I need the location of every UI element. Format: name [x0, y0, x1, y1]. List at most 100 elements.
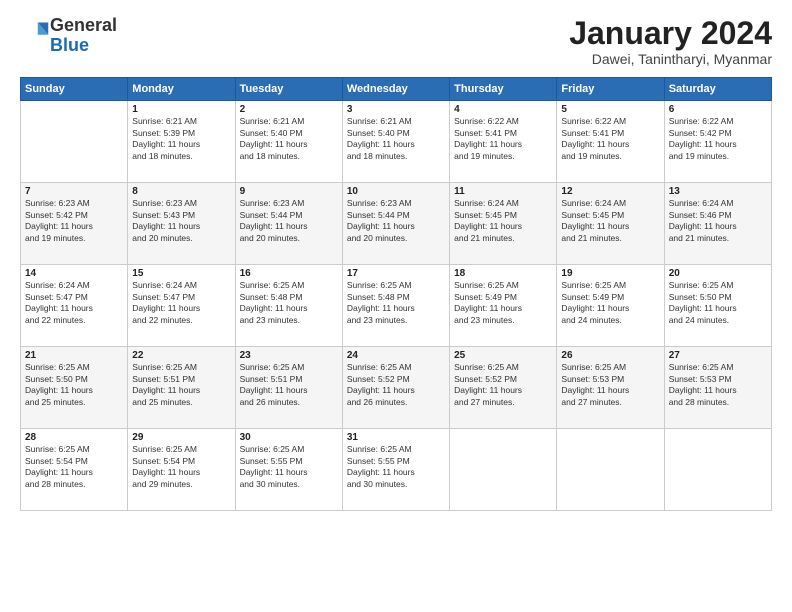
day-number: 25: [454, 350, 552, 361]
day-number: 4: [454, 104, 552, 115]
day-info: Sunrise: 6:25 AM Sunset: 5:53 PM Dayligh…: [561, 362, 659, 408]
calendar-cell: 15Sunrise: 6:24 AM Sunset: 5:47 PM Dayli…: [128, 265, 235, 347]
day-info: Sunrise: 6:25 AM Sunset: 5:54 PM Dayligh…: [25, 444, 123, 490]
day-number: 7: [25, 186, 123, 197]
logo-blue-text: Blue: [50, 35, 89, 55]
day-info: Sunrise: 6:21 AM Sunset: 5:39 PM Dayligh…: [132, 116, 230, 162]
calendar-cell: 14Sunrise: 6:24 AM Sunset: 5:47 PM Dayli…: [21, 265, 128, 347]
day-info: Sunrise: 6:25 AM Sunset: 5:55 PM Dayligh…: [347, 444, 445, 490]
calendar-cell: 16Sunrise: 6:25 AM Sunset: 5:48 PM Dayli…: [235, 265, 342, 347]
calendar-row-3: 21Sunrise: 6:25 AM Sunset: 5:50 PM Dayli…: [21, 347, 772, 429]
calendar-cell: 4Sunrise: 6:22 AM Sunset: 5:41 PM Daylig…: [450, 101, 557, 183]
calendar-cell: 11Sunrise: 6:24 AM Sunset: 5:45 PM Dayli…: [450, 183, 557, 265]
logo-icon: [22, 19, 50, 47]
day-info: Sunrise: 6:25 AM Sunset: 5:51 PM Dayligh…: [240, 362, 338, 408]
day-number: 6: [669, 104, 767, 115]
calendar-cell: [664, 429, 771, 511]
calendar-cell: 7Sunrise: 6:23 AM Sunset: 5:42 PM Daylig…: [21, 183, 128, 265]
day-info: Sunrise: 6:25 AM Sunset: 5:50 PM Dayligh…: [25, 362, 123, 408]
day-number: 12: [561, 186, 659, 197]
calendar-cell: 2Sunrise: 6:21 AM Sunset: 5:40 PM Daylig…: [235, 101, 342, 183]
day-info: Sunrise: 6:24 AM Sunset: 5:47 PM Dayligh…: [132, 280, 230, 326]
day-info: Sunrise: 6:25 AM Sunset: 5:48 PM Dayligh…: [347, 280, 445, 326]
day-number: 17: [347, 268, 445, 279]
day-info: Sunrise: 6:23 AM Sunset: 5:43 PM Dayligh…: [132, 198, 230, 244]
day-number: 3: [347, 104, 445, 115]
day-info: Sunrise: 6:25 AM Sunset: 5:48 PM Dayligh…: [240, 280, 338, 326]
day-info: Sunrise: 6:25 AM Sunset: 5:52 PM Dayligh…: [454, 362, 552, 408]
calendar-cell: [450, 429, 557, 511]
day-number: 23: [240, 350, 338, 361]
calendar-cell: 28Sunrise: 6:25 AM Sunset: 5:54 PM Dayli…: [21, 429, 128, 511]
calendar-cell: [557, 429, 664, 511]
day-info: Sunrise: 6:25 AM Sunset: 5:50 PM Dayligh…: [669, 280, 767, 326]
day-number: 9: [240, 186, 338, 197]
calendar-cell: [21, 101, 128, 183]
day-info: Sunrise: 6:21 AM Sunset: 5:40 PM Dayligh…: [347, 116, 445, 162]
day-info: Sunrise: 6:22 AM Sunset: 5:41 PM Dayligh…: [454, 116, 552, 162]
day-number: 22: [132, 350, 230, 361]
day-number: 15: [132, 268, 230, 279]
day-number: 2: [240, 104, 338, 115]
day-info: Sunrise: 6:22 AM Sunset: 5:41 PM Dayligh…: [561, 116, 659, 162]
day-info: Sunrise: 6:25 AM Sunset: 5:55 PM Dayligh…: [240, 444, 338, 490]
calendar-cell: 17Sunrise: 6:25 AM Sunset: 5:48 PM Dayli…: [342, 265, 449, 347]
day-info: Sunrise: 6:25 AM Sunset: 5:51 PM Dayligh…: [132, 362, 230, 408]
calendar-cell: 23Sunrise: 6:25 AM Sunset: 5:51 PM Dayli…: [235, 347, 342, 429]
calendar-row-4: 28Sunrise: 6:25 AM Sunset: 5:54 PM Dayli…: [21, 429, 772, 511]
day-info: Sunrise: 6:25 AM Sunset: 5:53 PM Dayligh…: [669, 362, 767, 408]
day-number: 5: [561, 104, 659, 115]
calendar-row-1: 7Sunrise: 6:23 AM Sunset: 5:42 PM Daylig…: [21, 183, 772, 265]
calendar-cell: 21Sunrise: 6:25 AM Sunset: 5:50 PM Dayli…: [21, 347, 128, 429]
day-info: Sunrise: 6:25 AM Sunset: 5:52 PM Dayligh…: [347, 362, 445, 408]
day-number: 13: [669, 186, 767, 197]
day-number: 11: [454, 186, 552, 197]
day-number: 27: [669, 350, 767, 361]
calendar-cell: 30Sunrise: 6:25 AM Sunset: 5:55 PM Dayli…: [235, 429, 342, 511]
day-number: 24: [347, 350, 445, 361]
day-info: Sunrise: 6:25 AM Sunset: 5:49 PM Dayligh…: [561, 280, 659, 326]
col-header-sunday: Sunday: [21, 78, 128, 101]
day-info: Sunrise: 6:23 AM Sunset: 5:44 PM Dayligh…: [347, 198, 445, 244]
col-header-thursday: Thursday: [450, 78, 557, 101]
day-info: Sunrise: 6:25 AM Sunset: 5:49 PM Dayligh…: [454, 280, 552, 326]
day-info: Sunrise: 6:24 AM Sunset: 5:46 PM Dayligh…: [669, 198, 767, 244]
day-number: 1: [132, 104, 230, 115]
col-header-friday: Friday: [557, 78, 664, 101]
calendar-cell: 8Sunrise: 6:23 AM Sunset: 5:43 PM Daylig…: [128, 183, 235, 265]
calendar-row-0: 1Sunrise: 6:21 AM Sunset: 5:39 PM Daylig…: [21, 101, 772, 183]
day-info: Sunrise: 6:25 AM Sunset: 5:54 PM Dayligh…: [132, 444, 230, 490]
calendar-cell: 18Sunrise: 6:25 AM Sunset: 5:49 PM Dayli…: [450, 265, 557, 347]
calendar-cell: 10Sunrise: 6:23 AM Sunset: 5:44 PM Dayli…: [342, 183, 449, 265]
day-info: Sunrise: 6:24 AM Sunset: 5:47 PM Dayligh…: [25, 280, 123, 326]
header: General Blue January 2024 Dawei, Taninth…: [20, 16, 772, 67]
calendar-cell: 19Sunrise: 6:25 AM Sunset: 5:49 PM Dayli…: [557, 265, 664, 347]
day-info: Sunrise: 6:24 AM Sunset: 5:45 PM Dayligh…: [454, 198, 552, 244]
col-header-saturday: Saturday: [664, 78, 771, 101]
day-number: 8: [132, 186, 230, 197]
calendar-cell: 22Sunrise: 6:25 AM Sunset: 5:51 PM Dayli…: [128, 347, 235, 429]
day-number: 19: [561, 268, 659, 279]
day-info: Sunrise: 6:22 AM Sunset: 5:42 PM Dayligh…: [669, 116, 767, 162]
day-info: Sunrise: 6:21 AM Sunset: 5:40 PM Dayligh…: [240, 116, 338, 162]
day-number: 26: [561, 350, 659, 361]
day-number: 30: [240, 432, 338, 443]
day-number: 16: [240, 268, 338, 279]
day-number: 28: [25, 432, 123, 443]
calendar-cell: 27Sunrise: 6:25 AM Sunset: 5:53 PM Dayli…: [664, 347, 771, 429]
calendar-cell: 9Sunrise: 6:23 AM Sunset: 5:44 PM Daylig…: [235, 183, 342, 265]
calendar-cell: 24Sunrise: 6:25 AM Sunset: 5:52 PM Dayli…: [342, 347, 449, 429]
day-number: 21: [25, 350, 123, 361]
day-number: 20: [669, 268, 767, 279]
day-number: 10: [347, 186, 445, 197]
calendar-cell: 13Sunrise: 6:24 AM Sunset: 5:46 PM Dayli…: [664, 183, 771, 265]
col-header-wednesday: Wednesday: [342, 78, 449, 101]
calendar-cell: 1Sunrise: 6:21 AM Sunset: 5:39 PM Daylig…: [128, 101, 235, 183]
day-info: Sunrise: 6:23 AM Sunset: 5:44 PM Dayligh…: [240, 198, 338, 244]
calendar-row-2: 14Sunrise: 6:24 AM Sunset: 5:47 PM Dayli…: [21, 265, 772, 347]
calendar-cell: 20Sunrise: 6:25 AM Sunset: 5:50 PM Dayli…: [664, 265, 771, 347]
calendar-cell: 29Sunrise: 6:25 AM Sunset: 5:54 PM Dayli…: [128, 429, 235, 511]
day-number: 31: [347, 432, 445, 443]
calendar-title: January 2024: [569, 16, 772, 51]
calendar-subtitle: Dawei, Tanintharyi, Myanmar: [569, 51, 772, 67]
